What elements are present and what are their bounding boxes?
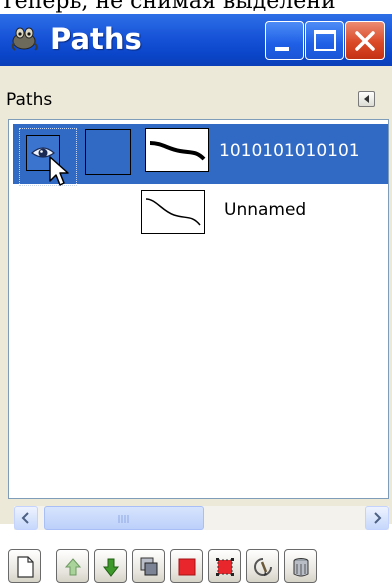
maximize-button[interactable] bbox=[305, 21, 344, 60]
chain-toggle[interactable] bbox=[85, 129, 131, 175]
duplicate-path-button[interactable] bbox=[132, 549, 165, 583]
minimize-button[interactable] bbox=[265, 21, 304, 60]
new-path-icon bbox=[17, 556, 34, 578]
path-thumbnail bbox=[145, 128, 209, 172]
tab-menu-button[interactable] bbox=[358, 91, 375, 107]
selection-to-path-icon bbox=[216, 558, 234, 576]
raise-path-button[interactable] bbox=[56, 549, 89, 583]
chevron-right-icon bbox=[374, 512, 382, 524]
gimp-app-icon bbox=[11, 27, 38, 51]
scroll-left-button[interactable] bbox=[14, 506, 38, 530]
window-titlebar[interactable]: Paths bbox=[0, 14, 392, 66]
delete-path-button[interactable] bbox=[284, 549, 317, 583]
scroll-right-button[interactable] bbox=[365, 506, 389, 530]
chevron-left-icon bbox=[21, 512, 29, 524]
delete-path-icon bbox=[293, 558, 309, 577]
paths-list[interactable]: 1010101010101 Unnamed bbox=[8, 119, 389, 499]
path-row-selected[interactable]: 1010101010101 bbox=[13, 124, 388, 186]
lower-path-button[interactable] bbox=[94, 549, 127, 583]
path-preview-icon bbox=[149, 141, 206, 161]
panel-title: Paths bbox=[6, 90, 53, 110]
path-preview-icon bbox=[145, 198, 201, 226]
path-name[interactable]: Unnamed bbox=[224, 200, 306, 220]
path-to-selection-icon bbox=[178, 558, 196, 576]
maximize-icon bbox=[314, 30, 336, 51]
minimize-icon bbox=[275, 47, 289, 51]
grip-icon bbox=[118, 515, 129, 523]
close-button[interactable] bbox=[345, 21, 385, 60]
selection-to-path-button[interactable] bbox=[208, 549, 241, 583]
horizontal-scrollbar[interactable] bbox=[14, 506, 389, 530]
paths-dialog: Paths 1010101010101 Unnamed bbox=[0, 68, 392, 583]
tab-menu-icon bbox=[364, 95, 369, 103]
new-path-button[interactable] bbox=[8, 549, 41, 583]
path-name[interactable]: 1010101010101 bbox=[219, 141, 360, 161]
close-icon bbox=[355, 31, 375, 51]
mouse-cursor-icon bbox=[49, 156, 69, 186]
background-document-text: Теперь, не снимая выделени bbox=[0, 0, 392, 14]
raise-path-icon bbox=[64, 558, 82, 576]
duplicate-path-icon bbox=[140, 557, 158, 576]
path-thumbnail bbox=[141, 190, 205, 234]
visibility-cell[interactable] bbox=[19, 128, 77, 186]
paint-along-path-button[interactable] bbox=[246, 549, 279, 583]
paths-toolbar bbox=[8, 549, 388, 585]
lower-path-icon bbox=[102, 558, 120, 577]
scrollbar-thumb[interactable] bbox=[44, 506, 204, 530]
path-to-selection-button[interactable] bbox=[170, 549, 203, 583]
paint-along-path-icon bbox=[254, 558, 272, 576]
window-title: Paths bbox=[50, 22, 142, 56]
